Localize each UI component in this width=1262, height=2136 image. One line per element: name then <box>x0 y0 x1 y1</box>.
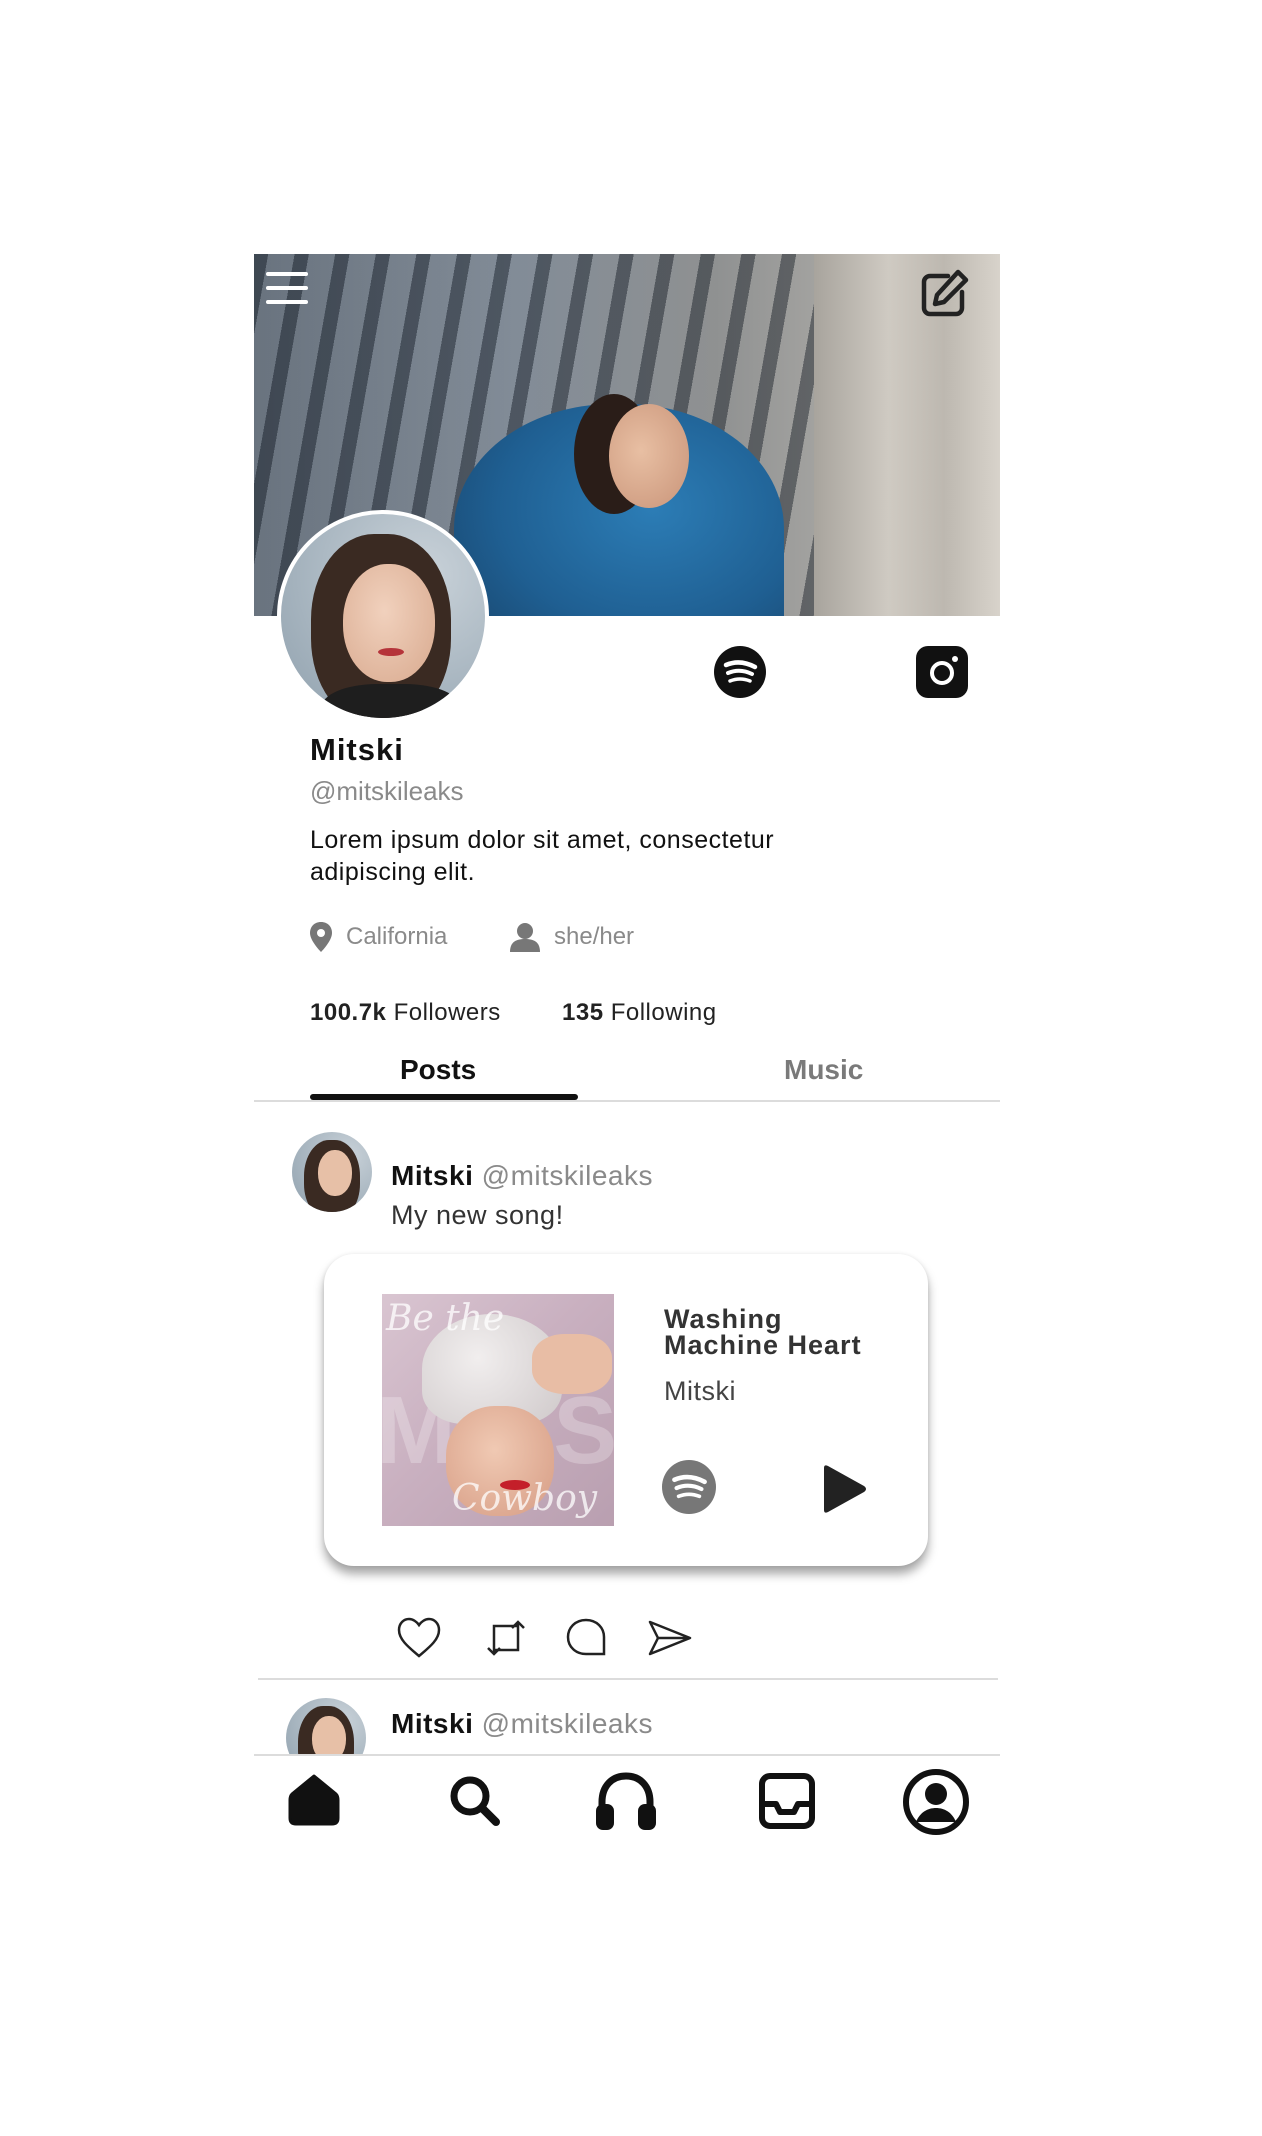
followers-count: 100.7k <box>310 999 387 1026</box>
album-art: MITSKI Be the Cowboy <box>382 1294 614 1526</box>
profile-screen: Mitski @mitskileaks Lorem ipsum dolor si… <box>254 254 1000 1846</box>
post-avatar[interactable] <box>286 1698 366 1754</box>
tab-posts[interactable]: Posts <box>400 1054 476 1086</box>
post-handle[interactable]: @mitskileaks <box>482 1708 653 1739</box>
inbox-icon <box>759 1773 815 1829</box>
profile-icon <box>903 1769 969 1835</box>
search-icon <box>450 1776 500 1826</box>
home-icon <box>288 1774 340 1826</box>
profile-avatar[interactable] <box>277 510 489 722</box>
bottom-nav <box>254 1754 1000 1846</box>
nav-inbox[interactable] <box>758 1772 820 1834</box>
hamburger-icon-line <box>266 286 308 290</box>
nav-profile[interactable] <box>902 1768 969 1835</box>
post-avatar[interactable] <box>292 1132 372 1212</box>
album-art-text-top: Be the <box>386 1298 505 1339</box>
post-author[interactable]: Mitski <box>391 1160 473 1191</box>
headphones-icon <box>596 1772 656 1830</box>
hamburger-icon-line <box>266 272 308 276</box>
play-button[interactable] <box>820 1464 868 1514</box>
spotify-icon <box>662 1460 716 1514</box>
profile-tabs: Posts Music <box>254 1044 1000 1102</box>
followers-label: Followers <box>393 999 501 1026</box>
profile-handle: @mitskileaks <box>310 776 464 806</box>
followers-stat[interactable]: 100.7k Followers <box>310 999 501 1027</box>
avatar-face <box>343 564 435 682</box>
banner-face <box>609 404 689 508</box>
edit-profile-button[interactable] <box>918 268 970 320</box>
instagram-link[interactable] <box>916 646 968 698</box>
following-stat[interactable]: 135 Following <box>562 999 717 1027</box>
person-icon <box>510 923 540 952</box>
comment-button[interactable] <box>564 1616 608 1660</box>
menu-button[interactable] <box>266 272 310 312</box>
open-in-spotify-button[interactable] <box>662 1460 716 1514</box>
spotify-icon <box>714 646 766 698</box>
pronouns-text: she/her <box>554 923 635 950</box>
instagram-icon <box>916 646 968 698</box>
repost-icon <box>487 1620 525 1656</box>
following-label: Following <box>610 999 717 1026</box>
album-art-text-bottom: Cowboy <box>452 1478 598 1519</box>
post-header: Mitski @mitskileaks <box>391 1160 653 1192</box>
active-tab-indicator <box>310 1094 578 1100</box>
tab-music[interactable]: Music <box>784 1054 863 1086</box>
nav-home[interactable] <box>288 1774 350 1836</box>
music-card[interactable]: MITSKI Be the Cowboy Washing Machine Hea… <box>324 1254 928 1566</box>
hamburger-icon-line <box>266 300 308 304</box>
following-count: 135 <box>562 999 604 1026</box>
profile-location: California <box>310 922 447 952</box>
post-handle[interactable]: @mitskileaks <box>482 1160 653 1191</box>
avatar-face <box>318 1150 352 1196</box>
edit-icon <box>921 269 969 317</box>
profile-bio: Lorem ipsum dolor sit amet, consectetur … <box>310 826 775 886</box>
post-divider <box>258 1678 998 1680</box>
nav-search[interactable] <box>448 1774 510 1836</box>
repost-button[interactable] <box>484 1616 528 1660</box>
share-button[interactable] <box>648 1616 692 1660</box>
play-icon <box>824 1465 866 1513</box>
share-icon <box>648 1620 692 1656</box>
post-text: My new song! <box>391 1200 564 1230</box>
nav-music[interactable] <box>594 1772 656 1834</box>
avatar-face <box>312 1716 346 1754</box>
banner-pillar <box>814 254 1000 616</box>
spotify-link[interactable] <box>714 646 766 698</box>
avatar-lip <box>378 648 404 656</box>
album-hand <box>532 1334 612 1394</box>
song-artist: Mitski <box>664 1376 736 1406</box>
profile-pronouns: she/her <box>510 922 634 952</box>
comment-icon <box>566 1618 606 1656</box>
post-author[interactable]: Mitski <box>391 1708 473 1739</box>
avatar-clothing <box>321 684 461 718</box>
heart-icon <box>397 1617 441 1658</box>
next-post: Mitski @mitskileaks <box>254 1692 1000 1754</box>
post-header: Mitski @mitskileaks <box>391 1708 653 1740</box>
profile-name: Mitski <box>310 732 404 767</box>
location-pin-icon <box>310 922 332 952</box>
song-title: Washing Machine Heart <box>664 1304 862 1360</box>
location-text: California <box>346 923 448 950</box>
like-button[interactable] <box>397 1616 441 1660</box>
